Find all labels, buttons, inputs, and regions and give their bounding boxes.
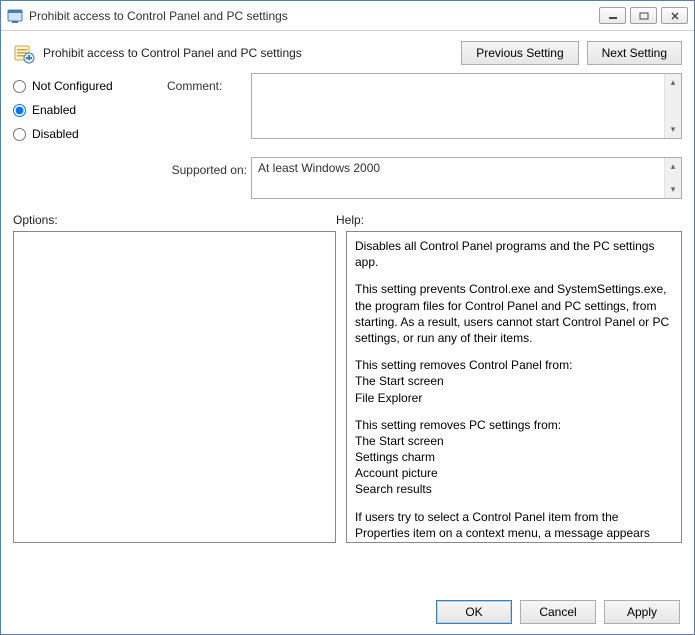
maximize-button[interactable] [630, 7, 657, 24]
help-p4c: Settings charm [355, 449, 673, 465]
radio-enabled-input[interactable] [13, 104, 26, 117]
help-p4d: Account picture [355, 465, 673, 481]
policy-subtitle: Prohibit access to Control Panel and PC … [43, 46, 453, 60]
help-p4a: This setting removes PC settings from: [355, 417, 673, 433]
options-panel [13, 231, 336, 543]
radio-not-configured-input[interactable] [13, 80, 26, 93]
window-buttons [599, 7, 688, 24]
help-panel: Disables all Control Panel programs and … [346, 231, 682, 543]
header-row: Prohibit access to Control Panel and PC … [1, 31, 694, 73]
close-button[interactable] [661, 7, 688, 24]
supported-scrollbar[interactable]: ▴ ▾ [664, 158, 681, 198]
radio-disabled[interactable]: Disabled [13, 127, 163, 141]
help-p3b: The Start screen [355, 373, 673, 389]
section-labels: Options: Help: [1, 199, 694, 231]
help-p3c: File Explorer [355, 390, 673, 406]
scroll-up-icon[interactable]: ▴ [665, 158, 681, 175]
radio-disabled-input[interactable] [13, 128, 26, 141]
radio-not-configured-label: Not Configured [32, 79, 113, 93]
lower-grid: Disables all Control Panel programs and … [1, 231, 694, 543]
supported-on-field-wrap: At least Windows 2000 ▴ ▾ [251, 157, 682, 199]
state-radio-group: Not Configured Enabled Disabled [13, 73, 163, 151]
help-p5: If users try to select a Control Panel i… [355, 509, 673, 542]
options-content [14, 232, 335, 542]
upper-grid: Not Configured Enabled Disabled Comment:… [1, 73, 694, 151]
help-p4e: Search results [355, 481, 673, 497]
scroll-down-icon[interactable]: ▾ [665, 181, 681, 198]
minimize-button[interactable] [599, 7, 626, 24]
help-label: Help: [336, 213, 682, 227]
scroll-up-icon[interactable]: ▴ [665, 74, 681, 91]
supported-on-value: At least Windows 2000 [252, 158, 664, 198]
scroll-down-icon[interactable]: ▾ [665, 121, 681, 138]
supported-on-label: Supported on: [167, 157, 247, 177]
help-content: Disables all Control Panel programs and … [347, 232, 681, 542]
supported-row: Supported on: At least Windows 2000 ▴ ▾ [1, 151, 694, 199]
comment-field-wrap: ▴ ▾ [251, 73, 682, 139]
cancel-button[interactable]: Cancel [520, 600, 596, 624]
next-setting-button[interactable]: Next Setting [587, 41, 682, 65]
window-title: Prohibit access to Control Panel and PC … [29, 9, 599, 23]
help-p1: Disables all Control Panel programs and … [355, 238, 673, 270]
options-label: Options: [13, 213, 336, 227]
help-p2: This setting prevents Control.exe and Sy… [355, 281, 673, 346]
radio-enabled[interactable]: Enabled [13, 103, 163, 117]
comment-field[interactable] [252, 74, 664, 138]
titlebar: Prohibit access to Control Panel and PC … [1, 1, 694, 31]
apply-button[interactable]: Apply [604, 600, 680, 624]
radio-disabled-label: Disabled [32, 127, 79, 141]
comment-label: Comment: [167, 73, 247, 93]
policy-icon [13, 42, 35, 64]
radio-not-configured[interactable]: Not Configured [13, 79, 163, 93]
previous-setting-button[interactable]: Previous Setting [461, 41, 578, 65]
ok-button[interactable]: OK [436, 600, 512, 624]
footer-buttons: OK Cancel Apply [436, 600, 680, 624]
help-p3a: This setting removes Control Panel from: [355, 357, 673, 373]
radio-enabled-label: Enabled [32, 103, 76, 117]
app-icon [7, 8, 23, 24]
help-p4b: The Start screen [355, 433, 673, 449]
comment-scrollbar[interactable]: ▴ ▾ [664, 74, 681, 138]
